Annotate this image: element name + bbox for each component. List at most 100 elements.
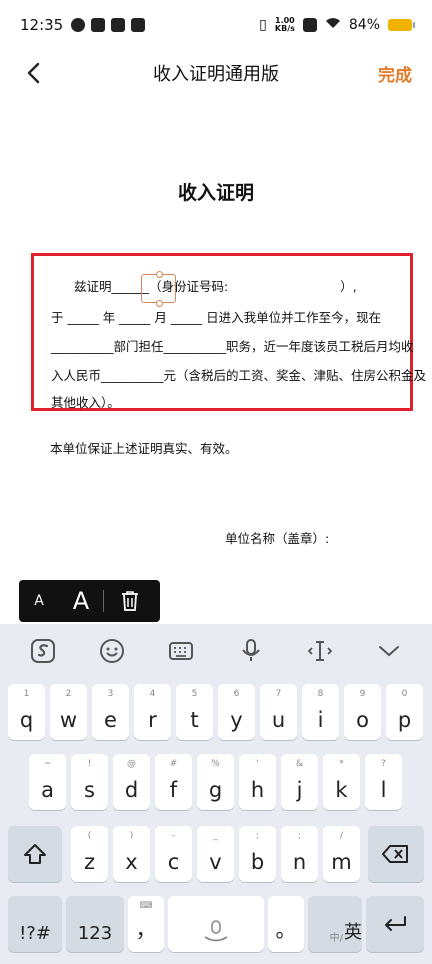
enter-key[interactable] — [366, 896, 424, 952]
key-label: y — [230, 708, 243, 732]
done-button[interactable]: 完成 — [378, 61, 412, 86]
key-secondary-label: 3 — [107, 689, 114, 699]
status-bar: 12:35 ▯ 1.00 KB/s 84% — [0, 0, 432, 50]
unit-name-text[interactable]: 单位名称（盖章）: — [225, 528, 329, 547]
document-title[interactable]: 收入证明 — [0, 178, 432, 205]
message-icon — [131, 18, 146, 32]
key-g[interactable]: % g — [197, 754, 234, 810]
sogou-logo-button[interactable] — [23, 631, 63, 671]
key-secondary-label: 6 — [233, 689, 240, 699]
language-switch-label: 英 — [344, 922, 362, 943]
page-title: 收入证明通用版 — [153, 64, 279, 85]
back-button[interactable] — [18, 58, 48, 88]
key-label: z — [83, 850, 96, 874]
key-secondary-label: ; — [297, 831, 302, 841]
paragraph-line-3[interactable]: __________部门担任__________职务，近一年度该员工税后月均收 — [51, 336, 414, 355]
key-u[interactable]: 7u — [260, 684, 297, 740]
key-secondary-label: 0 — [401, 689, 408, 699]
paragraph-line-4[interactable]: 入人民币__________元（含税后的工资、奖金、津贴、住房公积金及 — [51, 365, 426, 384]
key-b[interactable]: :b — [239, 826, 276, 882]
guarantee-text[interactable]: 本单位保证上述证明真实、有效。 — [50, 438, 238, 457]
selected-text-block[interactable]: 兹证明______（身份证号码:）, 于 _____ 年 _____ 月 ___… — [31, 253, 426, 411]
backspace-key[interactable] — [368, 826, 424, 882]
key-x[interactable]: ) x — [113, 826, 150, 882]
delete-button[interactable] — [110, 590, 150, 612]
net-speed-unit: KB/s — [274, 24, 295, 33]
key-label: w — [59, 708, 78, 732]
key-o[interactable]: 9o — [344, 684, 381, 740]
key-s[interactable]: ! s — [71, 754, 108, 810]
numbers-key[interactable]: 123 — [66, 896, 124, 952]
key-label: v — [209, 850, 222, 874]
key-w[interactable]: 2w — [50, 684, 87, 740]
key-c[interactable]: -c — [155, 826, 192, 882]
paragraph-line-5[interactable]: 其他收入）。 — [51, 392, 120, 411]
symbols-key[interactable]: !?# — [8, 896, 62, 952]
key-label: u — [271, 708, 286, 732]
paragraph-line-1[interactable]: 兹证明______（身份证号码:）, — [74, 276, 357, 295]
paragraph-line-2[interactable]: 于 _____ 年 _____ 月 _____ 日进入我单位并工作至今，现在 — [51, 307, 381, 326]
key-v[interactable]: _ v — [197, 826, 234, 882]
document-canvas[interactable]: 收入证明 兹证明______（身份证号码:）, 于 _____ 年 _____ … — [0, 96, 432, 582]
key-label: a — [41, 778, 54, 802]
comma-key[interactable]: ⌨ ， — [128, 896, 164, 952]
key-j[interactable]: & j — [281, 754, 318, 810]
font-increase-button[interactable]: A — [59, 587, 103, 615]
keyboard-key-icon-small: ⌨ — [139, 901, 153, 911]
voice-input-button[interactable] — [231, 631, 271, 671]
key-label: h — [250, 778, 265, 802]
key-l[interactable]: ? l — [365, 754, 402, 810]
hide-keyboard-button[interactable] — [369, 631, 409, 671]
key-secondary-label: 4 — [149, 689, 156, 699]
enter-icon — [385, 916, 406, 931]
key-h[interactable]: ' h — [239, 754, 276, 810]
font-decrease-button[interactable]: A — [19, 593, 59, 609]
tiktok-icon — [91, 18, 106, 32]
space-key[interactable] — [168, 896, 264, 952]
key-secondary-label: ) — [129, 831, 134, 841]
key-y[interactable]: 6y — [218, 684, 255, 740]
key-label: k — [335, 778, 348, 802]
key-z[interactable]: (z — [71, 826, 108, 882]
key-e[interactable]: 3e — [92, 684, 129, 740]
key-f[interactable]: # f — [155, 754, 192, 810]
emoji-button[interactable] — [92, 631, 132, 671]
period-key[interactable]: 。 — [268, 896, 304, 952]
soft-keyboard: 1q2w3e4r5t6y7u8i9o0p ~ a! s @ d # f% g ' h & j * k? l … — [0, 624, 432, 964]
keyboard-row-1: 1q2w3e4r5t6y7u8i9o0p — [0, 684, 432, 742]
key-label: m — [331, 850, 352, 874]
shift-arrow-icon — [24, 844, 46, 864]
key-label: d — [124, 778, 139, 802]
app-notification-icon — [71, 18, 86, 32]
comma-key-label: ， — [135, 918, 157, 942]
key-q[interactable]: 1q — [8, 684, 45, 740]
key-secondary-label: ( — [87, 831, 92, 841]
key-label: b — [250, 850, 265, 874]
key-a[interactable]: ~ a — [29, 754, 66, 810]
vibrate-icon: ▯ — [259, 17, 267, 33]
shift-key[interactable] — [8, 826, 62, 882]
key-secondary-label: 1 — [23, 689, 30, 699]
keyboard-switch-button[interactable] — [161, 631, 201, 671]
cursor-edit-button[interactable] — [300, 631, 340, 671]
key-label: n — [292, 850, 307, 874]
key-secondary-label: % — [211, 759, 220, 769]
text-cursor-selection[interactable] — [141, 271, 176, 307]
microphone-icon — [241, 639, 260, 661]
key-secondary-label: 2 — [65, 689, 72, 699]
key-p[interactable]: 0p — [386, 684, 423, 740]
key-secondary-label: * — [339, 759, 344, 769]
sim-icon — [302, 18, 317, 32]
key-n[interactable]: ; n — [281, 826, 318, 882]
emoji-icon — [99, 639, 124, 663]
key-i[interactable]: 8i — [302, 684, 339, 740]
key-k[interactable]: * k — [323, 754, 360, 810]
key-label: c — [167, 850, 180, 874]
key-m[interactable]: / m — [323, 826, 360, 882]
key-t[interactable]: 5t — [176, 684, 213, 740]
key-label: e — [104, 708, 117, 732]
key-d[interactable]: @ d — [113, 754, 150, 810]
symbols-key-label: !?# — [19, 923, 51, 944]
language-switch-key[interactable]: 中/ 英 — [308, 896, 362, 952]
key-r[interactable]: 4r — [134, 684, 171, 740]
